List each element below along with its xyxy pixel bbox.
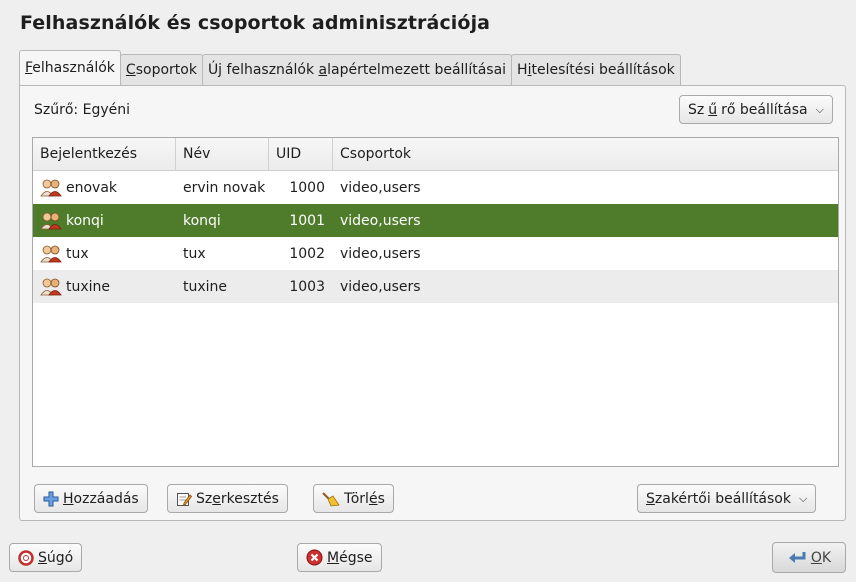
edit-icon <box>177 492 192 506</box>
table-row[interactable]: tuxine tuxine 1003 video,users <box>33 270 838 303</box>
tab-new-user-defaults[interactable]: Új felhasználók alapértelmezett beállítá… <box>201 54 513 85</box>
column-header-groups[interactable]: Csoportok <box>333 138 838 170</box>
column-header-name[interactable]: Név <box>176 138 269 170</box>
chevron-down-icon: ⌵ <box>815 102 824 116</box>
delete-button[interactable]: Törlés <box>313 484 394 513</box>
column-header-uid[interactable]: UID <box>269 138 333 170</box>
help-button[interactable]: Súgó <box>9 543 83 572</box>
tab-users[interactable]: Felhasználók <box>19 50 121 85</box>
chevron-down-icon: ⌵ <box>798 491 808 505</box>
users-icon <box>40 245 62 262</box>
users-icon <box>40 278 62 295</box>
users-panel: Szűrő: Egyéni Sz ű rő beállítása ⌵ Bejelen… <box>19 85 846 521</box>
column-header-login[interactable]: Bejelentkezés <box>33 138 176 170</box>
tab-bar: Felhasználók Csoportok Új felhasználók a… <box>19 50 681 85</box>
window-title: Felhasználók és csoportok adminisztráció… <box>20 12 491 34</box>
filter-label: Szűrő: Egyéni <box>34 102 130 118</box>
add-button[interactable]: Hozzáadás <box>34 484 148 513</box>
cancel-button[interactable]: Mégse <box>297 543 382 572</box>
ok-button[interactable]: OK <box>772 542 846 573</box>
help-icon <box>18 549 34 566</box>
tab-groups[interactable]: Csoportok <box>119 54 203 85</box>
table-header: Bejelentkezés Név UID Csoportok <box>33 138 838 171</box>
users-icon <box>40 212 62 229</box>
broom-icon <box>322 491 340 506</box>
table-row[interactable]: tux tux 1002 video,users <box>33 237 838 270</box>
tab-authentication[interactable]: Hitelesítési beállítások <box>511 54 681 85</box>
users-table[interactable]: Bejelentkezés Név UID Csoportok enovak e… <box>32 137 839 467</box>
expert-settings-button[interactable]: Szakértői beállítások ⌵ <box>637 484 817 513</box>
table-row[interactable]: enovak ervin novak 1000 video,users <box>33 171 838 204</box>
plus-icon <box>43 491 59 506</box>
table-row-selected[interactable]: konqi konqi 1001 video,users <box>33 204 838 237</box>
users-icon <box>40 179 62 196</box>
cancel-icon <box>306 549 323 566</box>
edit-button[interactable]: Szerkesztés <box>167 484 288 513</box>
filter-settings-button[interactable]: Sz ű rő beállítása ⌵ <box>679 95 833 124</box>
ok-arrow-icon <box>788 551 806 563</box>
